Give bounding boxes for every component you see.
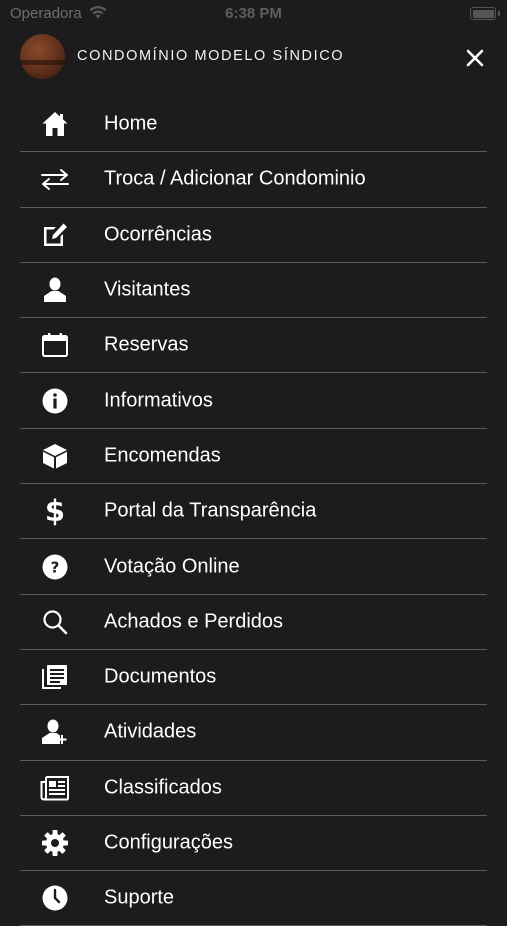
menu-item-label: Portal da Transparência [104, 499, 317, 522]
person-add-icon [40, 717, 70, 747]
menu-item-reservas[interactable]: Reservas [20, 318, 487, 374]
menu-item-label: Votação Online [104, 555, 240, 578]
menu-item-votacao-online[interactable]: ? Votação Online [20, 539, 487, 595]
svg-text:$: $ [45, 495, 65, 527]
svg-text:?: ? [51, 558, 60, 576]
menu-item-label: Home [104, 112, 158, 135]
search-icon [40, 607, 70, 637]
menu-item-atividades[interactable]: Atividades [20, 705, 487, 761]
menu-item-label: Documentos [104, 665, 217, 688]
newspaper-icon [40, 773, 70, 803]
package-icon [40, 441, 70, 471]
menu-item-label: Troca / Adicionar Condominio [104, 167, 366, 190]
home-icon [40, 109, 70, 139]
close-button[interactable] [462, 45, 488, 71]
menu-item-label: Visitantes [104, 278, 191, 301]
menu-item-informativos[interactable]: Informativos [20, 373, 487, 429]
menu-item-label: Atividades [104, 720, 197, 743]
battery-icon [470, 7, 500, 20]
menu-item-portal-transparencia[interactable]: $ Portal da Transparência [20, 484, 487, 540]
dollar-icon: $ [40, 495, 70, 527]
menu-item-home[interactable]: Home [20, 97, 487, 153]
menu-item-classificados[interactable]: Classificados [20, 761, 487, 816]
drawer-header: CONDOMÍNIO MODELO SÍNDICO [0, 28, 507, 86]
question-icon: ? [40, 552, 70, 582]
menu-item-encomendas[interactable]: Encomendas [20, 429, 487, 485]
menu-item-achados-perdidos[interactable]: Achados e Perdidos [20, 595, 487, 650]
menu-item-visitantes[interactable]: Visitantes [20, 263, 487, 319]
menu-item-label: Encomendas [104, 444, 221, 467]
clock-label: 6:38 PM [225, 5, 282, 22]
condominium-title: CONDOMÍNIO MODELO SÍNDICO [77, 48, 345, 64]
menu-item-label: Ocorrências [104, 223, 212, 246]
swap-arrows-icon [40, 164, 70, 194]
menu-item-label: Informativos [104, 389, 213, 412]
edit-note-icon [40, 220, 70, 250]
status-bar: Operadora 6:38 PM [0, 0, 507, 28]
menu-item-label: Achados e Perdidos [104, 610, 284, 633]
person-icon [40, 275, 70, 305]
menu-item-documentos[interactable]: Documentos [20, 650, 487, 706]
menu-item-suporte[interactable]: Suporte [20, 871, 487, 926]
info-icon [40, 386, 70, 416]
drawer-menu: Home Troca / Adicionar Condominio Ocorrê… [20, 97, 487, 926]
document-list-icon [40, 662, 70, 692]
menu-item-configuracoes[interactable]: Configurações [20, 816, 487, 872]
menu-item-label: Suporte [104, 886, 175, 909]
menu-item-ocorrencias[interactable]: Ocorrências [20, 208, 487, 263]
avatar[interactable] [20, 34, 65, 79]
gear-icon [40, 828, 70, 858]
calendar-icon [40, 330, 70, 360]
menu-item-label: Configurações [104, 831, 233, 854]
menu-item-troca-condominio[interactable]: Troca / Adicionar Condominio [20, 152, 487, 208]
support-icon [40, 883, 70, 913]
menu-item-label: Classificados [104, 776, 222, 799]
close-icon [466, 49, 484, 67]
menu-item-label: Reservas [104, 333, 189, 356]
